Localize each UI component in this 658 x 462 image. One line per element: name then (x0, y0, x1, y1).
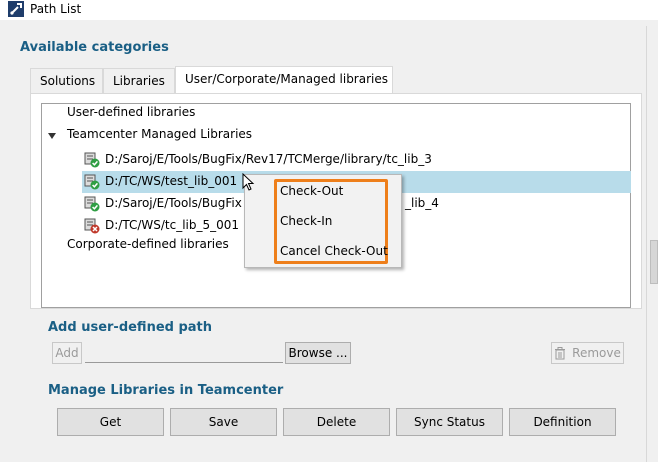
library-path-suffix: _lib_4 (405, 196, 439, 210)
mouse-cursor-icon (242, 173, 255, 191)
tab-solutions[interactable]: Solutions (30, 68, 103, 94)
wrench-icon (8, 1, 24, 17)
manage-libraries-heading: Manage Libraries in Teamcenter (48, 383, 284, 398)
library-green-check-icon (84, 152, 100, 168)
trash-icon (555, 346, 566, 359)
tab-user-corporate-managed-libraries[interactable]: User/Corporate/Managed libraries (175, 66, 393, 94)
sync-status-button[interactable]: Sync Status (396, 408, 503, 436)
library-green-check-icon (84, 174, 100, 190)
browse-button[interactable]: Browse ... (285, 342, 351, 364)
add-user-defined-path-heading: Add user-defined path (48, 320, 213, 335)
get-button[interactable]: Get (57, 408, 164, 436)
available-categories-heading: Available categories (20, 40, 169, 55)
library-path: D:/Saroj/E/Tools/BugFix/Rev17/TCMerge/li… (105, 152, 432, 166)
remove-button[interactable]: Remove (551, 342, 624, 364)
library-red-x-icon (84, 218, 100, 234)
tree-node-label: User-defined libraries (67, 105, 196, 119)
save-button[interactable]: Save (170, 408, 277, 436)
tree-node-corporate-defined[interactable]: Corporate-defined libraries (67, 237, 229, 259)
path-input[interactable] (85, 343, 283, 363)
title-bar: Path List (0, 0, 658, 20)
library-path: D:/TC/WS/test_lib_001 (105, 174, 238, 188)
tree-node-user-defined[interactable]: User-defined libraries (67, 105, 195, 127)
remove-button-label: Remove (572, 346, 621, 360)
tree-node-label: Teamcenter Managed Libraries (67, 127, 253, 141)
menu-item-check-out[interactable]: Check-Out (280, 184, 343, 198)
library-row[interactable]: D:/Saroj/E/Tools/BugFix/Rev17/TCMerge/li… (84, 149, 631, 171)
scrollbar-thumb[interactable] (650, 240, 658, 284)
library-green-check-icon (84, 196, 100, 212)
delete-button[interactable]: Delete (283, 408, 390, 436)
tab-libraries[interactable]: Libraries (103, 68, 175, 94)
library-path: D:/TC/WS/tc_lib_5_001 (105, 218, 240, 232)
menu-item-check-in[interactable]: Check-In (280, 214, 332, 228)
triangle-down-icon[interactable] (48, 132, 56, 140)
tree-node-label: Corporate-defined libraries (67, 237, 229, 251)
definition-button[interactable]: Definition (509, 408, 616, 436)
add-button[interactable]: Add (52, 342, 82, 364)
library-path: D:/Saroj/E/Tools/BugFix (105, 196, 242, 210)
window-title: Path List (30, 2, 82, 16)
menu-item-cancel-check-out[interactable]: Cancel Check-Out (280, 244, 388, 258)
